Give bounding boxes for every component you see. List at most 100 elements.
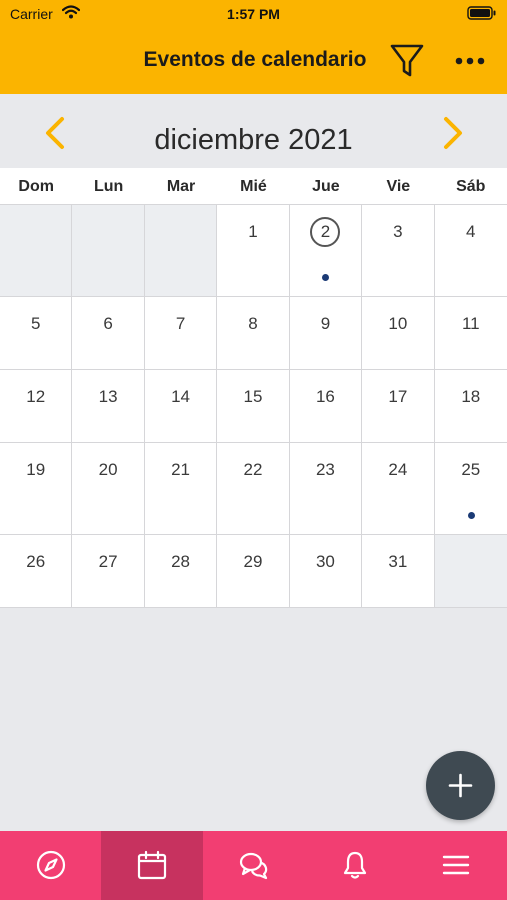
calendar-day-cell[interactable]: 31 bbox=[362, 535, 435, 608]
weekday-header: Dom Lun Mar Mié Jue Vie Sáb bbox=[0, 168, 507, 205]
day-number: 26 bbox=[26, 552, 46, 571]
weekday-label: Jue bbox=[312, 178, 340, 195]
compass-icon bbox=[36, 850, 65, 880]
weekday-label: Vie bbox=[386, 178, 411, 195]
day-number: 31 bbox=[388, 552, 408, 571]
tab-explore[interactable] bbox=[0, 831, 101, 900]
menu-icon bbox=[443, 855, 470, 875]
calendar-day-cell[interactable]: 22 bbox=[217, 443, 290, 535]
app-header: Carrier 1:57 PM Eventos de calendario bbox=[0, 0, 507, 94]
status-bar: Carrier 1:57 PM bbox=[0, 0, 507, 28]
calendar-day-cell[interactable]: 30 bbox=[289, 535, 363, 608]
day-number: 19 bbox=[26, 460, 46, 479]
day-number: 6 bbox=[103, 314, 113, 333]
calendar-empty-cell bbox=[434, 535, 507, 608]
day-number: 17 bbox=[388, 387, 408, 406]
calendar-day-cell[interactable]: 11 bbox=[434, 297, 507, 370]
calendar-day-cell[interactable]: 14 bbox=[144, 370, 218, 443]
event-indicator bbox=[467, 512, 475, 519]
day-number: 24 bbox=[388, 460, 408, 479]
day-number: 3 bbox=[393, 222, 403, 241]
calendar-day-cell[interactable]: 7 bbox=[144, 297, 218, 370]
more-options-icon[interactable] bbox=[453, 52, 487, 70]
calendar-day-cell[interactable]: 21 bbox=[144, 443, 218, 535]
bottom-tab-bar bbox=[0, 831, 507, 900]
weekday-label: Lun bbox=[93, 178, 124, 195]
weekday-label: Sáb bbox=[456, 178, 486, 195]
day-number: 16 bbox=[315, 387, 335, 406]
calendar-day-cell[interactable]: 29 bbox=[217, 535, 290, 608]
calendar-day-cell[interactable]: 18 bbox=[434, 370, 507, 443]
calendar-day-cell[interactable]: 2 bbox=[289, 205, 363, 297]
calendar-day-cell[interactable]: 1 bbox=[217, 205, 290, 297]
event-indicator bbox=[322, 274, 330, 281]
day-number: 10 bbox=[388, 314, 408, 333]
previous-month-icon[interactable] bbox=[42, 116, 68, 150]
calendar-day-cell[interactable]: 27 bbox=[72, 535, 145, 608]
day-number: 18 bbox=[461, 387, 481, 406]
day-number: 11 bbox=[461, 314, 480, 333]
calendar-day-cell[interactable]: 6 bbox=[72, 297, 145, 370]
day-number: 8 bbox=[248, 314, 258, 333]
weekday-label: Dom bbox=[18, 178, 54, 195]
battery-icon bbox=[467, 6, 496, 20]
day-number: 1 bbox=[248, 222, 258, 241]
calendar-day-cell[interactable]: 24 bbox=[362, 443, 435, 535]
calendar-empty-cell bbox=[72, 205, 145, 297]
calendar-day-cell[interactable]: 12 bbox=[0, 370, 73, 443]
calendar-day-cell[interactable]: 26 bbox=[0, 535, 73, 608]
tab-menu[interactable] bbox=[406, 831, 507, 900]
calendar-grid: 1 2 3 4 5 6 7 8 9 10 11 12 13 14 15 16 17 18 19 20 21 22 23 24 2… bbox=[0, 205, 507, 608]
day-number: 30 bbox=[315, 552, 335, 571]
day-number: 4 bbox=[466, 222, 476, 241]
calendar-empty-cell bbox=[144, 205, 218, 297]
calendar-day-cell[interactable]: 5 bbox=[0, 297, 73, 370]
day-number: 21 bbox=[171, 460, 191, 479]
day-number: 2 bbox=[320, 222, 331, 241]
tab-notifications[interactable] bbox=[304, 831, 405, 900]
calendar-day-cell[interactable]: 15 bbox=[217, 370, 290, 443]
day-number: 29 bbox=[243, 552, 263, 571]
day-number: 12 bbox=[26, 387, 46, 406]
calendar-day-cell[interactable]: 13 bbox=[72, 370, 145, 443]
day-number: 9 bbox=[320, 314, 331, 333]
day-number: 5 bbox=[30, 314, 41, 333]
bell-icon bbox=[343, 851, 367, 879]
calendar-day-cell[interactable]: 16 bbox=[289, 370, 363, 443]
calendar-icon bbox=[138, 850, 167, 880]
add-event-button[interactable] bbox=[426, 751, 495, 820]
day-number: 20 bbox=[98, 460, 118, 479]
calendar-day-cell[interactable]: 4 bbox=[434, 205, 507, 297]
chat-icon bbox=[239, 852, 267, 880]
page-title: Eventos de calendario bbox=[143, 48, 367, 71]
plus-icon bbox=[448, 773, 473, 798]
calendar-day-cell[interactable]: 3 bbox=[362, 205, 435, 297]
calendar-day-cell[interactable]: 20 bbox=[72, 443, 145, 535]
calendar-day-cell[interactable]: 25 bbox=[434, 443, 507, 535]
calendar-day-cell[interactable]: 19 bbox=[0, 443, 73, 535]
calendar-empty-cell bbox=[0, 205, 73, 297]
calendar-day-cell[interactable]: 17 bbox=[362, 370, 435, 443]
day-number: 14 bbox=[171, 387, 191, 406]
month-label: diciembre 2021 bbox=[154, 124, 353, 156]
tab-messages[interactable] bbox=[203, 831, 304, 900]
day-number: 22 bbox=[243, 460, 263, 479]
day-number: 28 bbox=[171, 552, 191, 571]
filter-icon[interactable] bbox=[390, 43, 424, 79]
day-number: 25 bbox=[461, 460, 481, 479]
day-number: 13 bbox=[98, 387, 118, 406]
weekday-label: Mar bbox=[166, 178, 196, 195]
calendar-day-cell[interactable]: 23 bbox=[289, 443, 363, 535]
day-number: 27 bbox=[98, 552, 118, 571]
calendar-day-cell[interactable]: 10 bbox=[362, 297, 435, 370]
day-number: 23 bbox=[315, 460, 335, 479]
next-month-icon[interactable] bbox=[440, 116, 466, 150]
tab-calendar[interactable] bbox=[101, 831, 203, 900]
calendar-day-cell[interactable]: 28 bbox=[144, 535, 218, 608]
calendar-day-cell[interactable]: 9 bbox=[289, 297, 363, 370]
weekday-label: Mié bbox=[240, 178, 267, 195]
day-number: 15 bbox=[243, 387, 263, 406]
status-time: 1:57 PM bbox=[227, 6, 280, 22]
day-number: 7 bbox=[175, 314, 186, 333]
calendar-day-cell[interactable]: 8 bbox=[217, 297, 290, 370]
